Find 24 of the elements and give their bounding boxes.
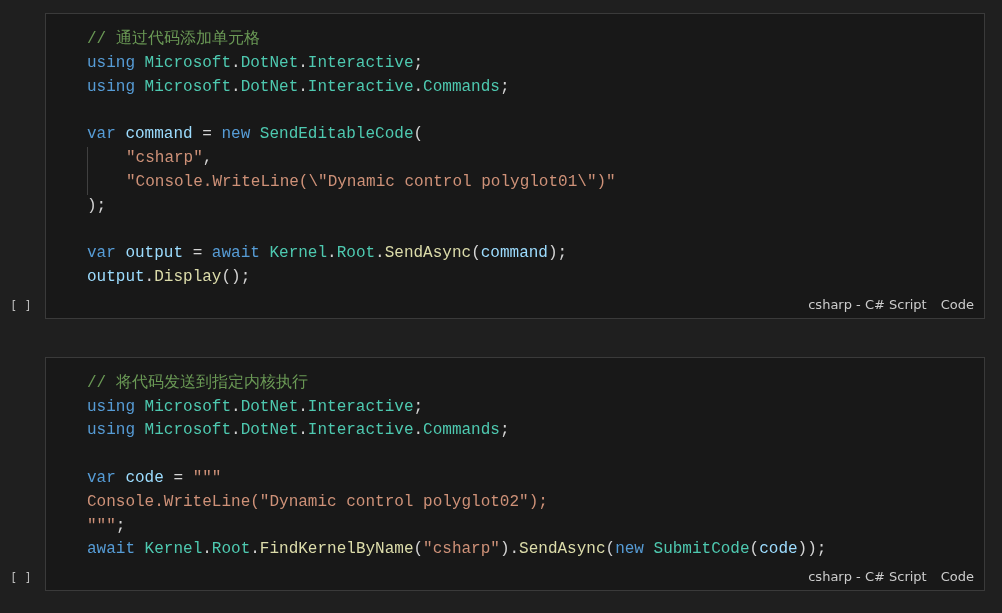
execution-count: [ ] — [10, 571, 32, 586]
code-line: "csharp", — [87, 147, 213, 171]
code-line: await Kernel.Root.FindKernelByName("csharp").SendAsync(new SubmitCode(code)); — [87, 539, 827, 561]
code-line: "Console.WriteLine(\"Dynamic control polyglot01\")" — [87, 170, 616, 195]
code-line: using Microsoft.DotNet.Interactive; — [87, 52, 424, 74]
code-line: var code = """ — [87, 467, 222, 489]
code-line: ); — [87, 195, 107, 217]
code-line: """; — [87, 515, 126, 537]
cell-type-label[interactable]: Code — [940, 295, 974, 314]
code-line: using Microsoft.DotNet.Interactive; — [87, 396, 424, 418]
code-line: output.Display(); — [87, 266, 251, 288]
language-picker[interactable]: csharp - C# Script — [808, 568, 927, 587]
cell-type-label[interactable]: Code — [940, 568, 974, 587]
language-picker[interactable]: csharp - C# Script — [808, 295, 927, 314]
code-cell[interactable] — [45, 356, 985, 592]
code-line: using Microsoft.DotNet.Interactive.Commands; — [87, 420, 510, 442]
code-line: // 将代码发送到指定内核执行 — [87, 372, 308, 394]
execution-count: [ ] — [10, 298, 32, 313]
code-cell[interactable] — [45, 13, 985, 319]
code-line: var command = new SendEditableCode( — [87, 124, 424, 146]
code-line: var output = await Kernel.Root.SendAsync(command); — [87, 243, 568, 265]
code-line: Console.WriteLine("Dynamic control polyglot02"); — [87, 491, 548, 513]
code-line: // 通过代码添加单元格 — [87, 28, 260, 50]
code-line: using Microsoft.DotNet.Interactive.Commands; — [87, 76, 510, 98]
